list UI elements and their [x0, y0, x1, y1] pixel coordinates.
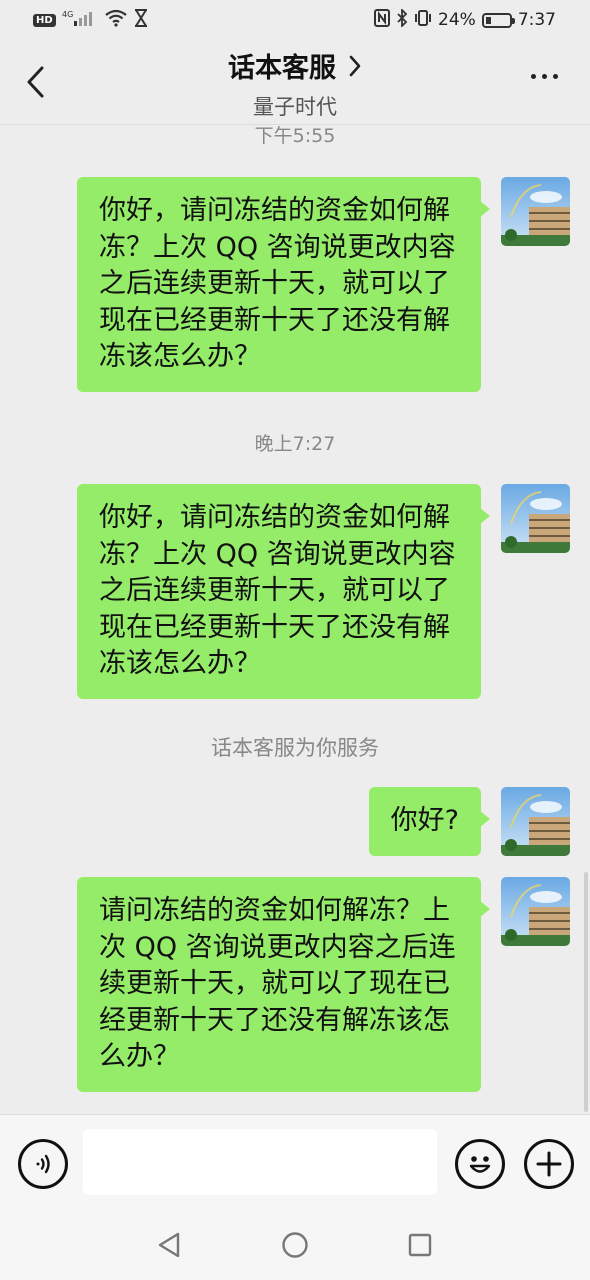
avatar[interactable] — [501, 877, 570, 946]
message-bubble[interactable]: 请问冻结的资金如何解冻？上次 QQ 咨询说更改内容之后连续更新十天，就可以了现在… — [77, 877, 490, 1092]
chat-area[interactable]: 下午5:55 你好，请问冻结的资金如何解冻？上次 QQ 咨询说更改内容之后连续更… — [0, 124, 590, 1114]
avatar[interactable] — [501, 177, 570, 246]
more-dot — [531, 74, 536, 79]
nav-back-button[interactable] — [154, 1230, 184, 1260]
vibrate-icon — [414, 9, 432, 32]
wifi-icon — [104, 9, 128, 32]
battery-icon — [481, 12, 515, 28]
message-row: 你好，请问冻结的资金如何解冻？上次 QQ 咨询说更改内容之后连续更新十天，就可以… — [77, 177, 570, 392]
battery-fill — [485, 16, 491, 24]
voice-icon — [36, 1154, 50, 1174]
battery-percent: 24% — [438, 10, 476, 30]
message-row: 请问冻结的资金如何解冻？上次 QQ 咨询说更改内容之后连续更新十天，就可以了现在… — [77, 877, 570, 1092]
avatar-image — [501, 484, 570, 553]
avatar[interactable] — [501, 484, 570, 553]
hourglass-icon — [134, 8, 148, 32]
signal-icon: 4G — [62, 9, 98, 32]
chat-header: 话本客服 量子时代 — [0, 40, 590, 125]
avatar-image — [501, 177, 570, 246]
avatar-image — [501, 787, 570, 856]
system-nav-bar — [0, 1210, 590, 1280]
system-notice: 话本客服为你服务 — [211, 736, 379, 760]
more-dot — [553, 74, 558, 79]
status-bar: HD 4G 24% 7:37 — [0, 0, 590, 40]
network-label: 4G — [62, 10, 73, 19]
avatar[interactable] — [501, 787, 570, 856]
scrollbar[interactable] — [584, 872, 588, 1112]
avatar-image — [501, 877, 570, 946]
emoji-icon — [469, 1156, 491, 1173]
more-dot — [542, 74, 547, 79]
circle-home-icon — [282, 1232, 308, 1258]
emoji-button[interactable] — [455, 1139, 505, 1189]
title-row[interactable]: 话本客服 — [228, 46, 362, 85]
clock: 7:37 — [517, 10, 556, 30]
message-bubble[interactable]: 你好? — [368, 787, 491, 856]
message-row: 你好? — [368, 787, 570, 856]
chat-title: 话本客服 — [228, 53, 336, 84]
voice-button[interactable] — [18, 1139, 68, 1189]
plus-icon — [536, 1151, 562, 1177]
nav-home-button[interactable] — [280, 1230, 310, 1260]
bluetooth-icon — [396, 7, 408, 32]
triangle-back-icon — [158, 1232, 180, 1258]
message-row: 你好，请问冻结的资金如何解冻？上次 QQ 咨询说更改内容之后连续更新十天，就可以… — [77, 484, 570, 699]
nfc-icon — [374, 8, 391, 32]
status-right: 24% 7:37 — [374, 7, 590, 32]
more-button[interactable] — [531, 74, 558, 79]
chevron-right-icon — [349, 55, 361, 76]
timestamp: 晚上7:27 — [254, 433, 336, 455]
message-bubble[interactable]: 你好，请问冻结的资金如何解冻？上次 QQ 咨询说更改内容之后连续更新十天，就可以… — [77, 484, 490, 699]
title-area[interactable]: 话本客服 量子时代 — [0, 46, 590, 121]
square-recent-icon — [408, 1233, 432, 1257]
input-bar — [0, 1114, 590, 1211]
timestamp: 下午5:55 — [254, 125, 336, 147]
status-left: HD 4G — [0, 8, 148, 32]
chat-subtitle: 量子时代 — [253, 95, 337, 119]
add-button[interactable] — [524, 1139, 574, 1189]
message-bubble[interactable]: 你好，请问冻结的资金如何解冻？上次 QQ 咨询说更改内容之后连续更新十天，就可以… — [77, 177, 490, 392]
hd-icon: HD — [33, 13, 56, 27]
nav-recent-button[interactable] — [405, 1230, 435, 1260]
message-input[interactable] — [83, 1129, 437, 1195]
